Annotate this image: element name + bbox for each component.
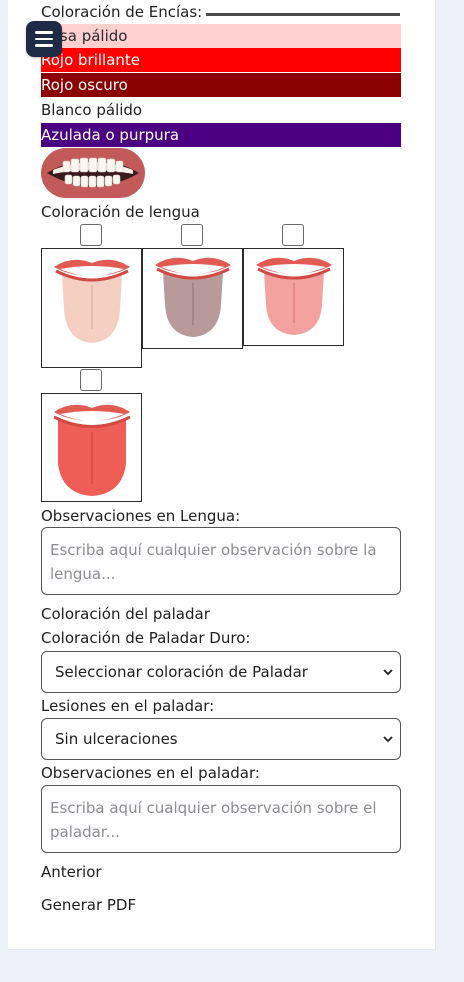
- tongue-image-pink[interactable]: [243, 248, 344, 346]
- tongue-image-pale[interactable]: [41, 248, 142, 368]
- tongue-checkbox-1[interactable]: [80, 224, 102, 246]
- hard-palate-selected-value: Seleccionar coloración de Paladar: [55, 663, 308, 681]
- gum-option-label: Rojo oscuro: [41, 76, 128, 94]
- previous-link[interactable]: Anterior: [41, 863, 102, 881]
- gum-option-azulada-purpura[interactable]: Azulada o purpura: [41, 123, 401, 147]
- palate-section-label: Coloración del paladar: [41, 605, 210, 623]
- tongue-image-red[interactable]: [41, 393, 142, 502]
- gums-input-line[interactable]: [206, 13, 400, 16]
- tongue-observations-label: Observaciones en Lengua:: [41, 507, 241, 525]
- hard-palate-select[interactable]: Seleccionar coloración de Paladar: [41, 651, 401, 693]
- palate-lesions-label: Lesiones en el paladar:: [41, 697, 215, 715]
- tongue-label: Coloración de lengua: [41, 203, 200, 221]
- gums-label: Coloración de Encías:: [41, 3, 203, 21]
- gums-teeth-image: [41, 148, 145, 198]
- gum-option-rosa-palido[interactable]: Rosa pálido: [41, 24, 401, 48]
- tongue-checkbox-4[interactable]: [80, 369, 102, 391]
- gum-option-label: Blanco pálido: [41, 101, 143, 119]
- tongue-checkbox-3[interactable]: [282, 224, 304, 246]
- gum-option-label: Azulada o purpura: [41, 126, 180, 144]
- chevron-down-icon: [383, 736, 393, 743]
- palate-lesions-select[interactable]: Sin ulceraciones: [41, 718, 401, 760]
- chevron-down-icon: [383, 669, 393, 676]
- tongue-checkbox-2[interactable]: [181, 224, 203, 246]
- gum-option-rojo-oscuro[interactable]: Rojo oscuro: [41, 73, 401, 97]
- tongue-image-gray[interactable]: [142, 248, 243, 349]
- palate-observations-textarea[interactable]: Escriba aquí cualquier observación sobre…: [41, 785, 401, 853]
- tongue-observations-textarea[interactable]: Escriba aquí cualquier observación sobre…: [41, 527, 401, 595]
- generate-pdf-link[interactable]: Generar PDF: [41, 896, 136, 914]
- gum-option-rojo-brillante[interactable]: Rojo brillante: [41, 48, 401, 72]
- palate-observations-label: Observaciones en el paladar:: [41, 764, 260, 782]
- hard-palate-label: Coloración de Paladar Duro:: [41, 629, 251, 647]
- hamburger-menu-icon[interactable]: [26, 21, 62, 57]
- palate-lesions-selected-value: Sin ulceraciones: [55, 730, 178, 748]
- page: Coloración de Encías: Rosa pálido Rojo b…: [0, 0, 464, 982]
- gum-option-blanco-palido[interactable]: Blanco pálido: [41, 98, 401, 122]
